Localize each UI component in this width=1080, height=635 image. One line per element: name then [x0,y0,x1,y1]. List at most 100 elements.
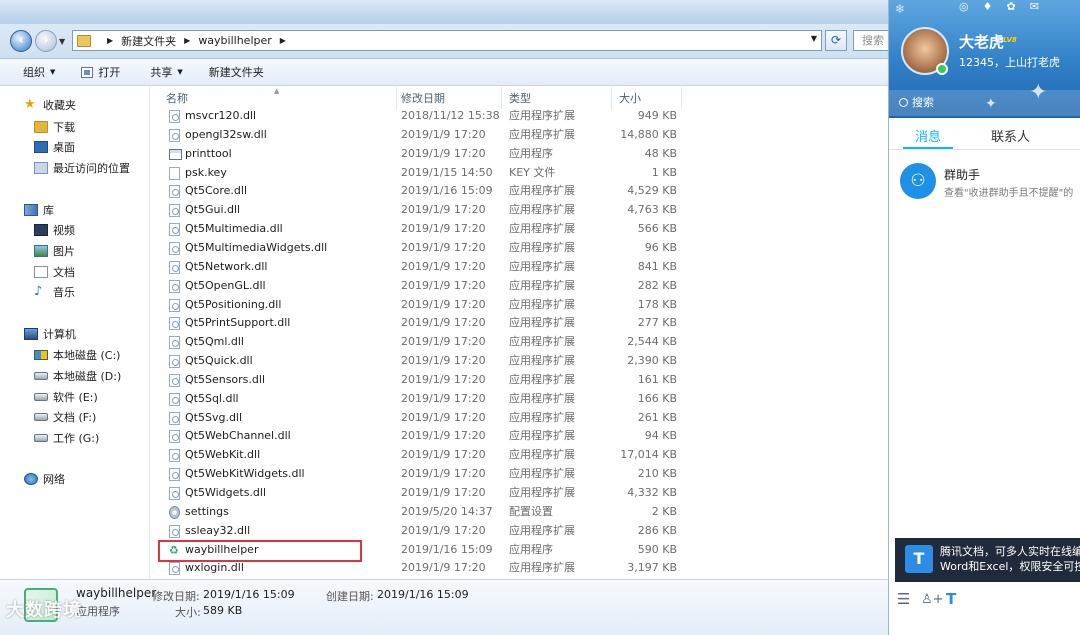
file-type: 应用程序扩展 [509,354,575,368]
file-date: 2019/1/9 17:20 [401,561,486,575]
qq-search-input[interactable]: 搜索 [889,90,1080,116]
table-row[interactable]: printtool 2019/1/9 17:20 应用程序 48 KB [158,145,738,163]
breadcrumb-chevron-icon[interactable]: ▶ [184,36,190,45]
table-row[interactable]: Qt5Core.dll 2019/1/16 15:09 应用程序扩展 4,529 KB [158,182,738,200]
column-header-date[interactable]: 修改日期 [394,87,502,109]
table-row[interactable]: Qt5OpenGL.dll 2019/1/9 17:20 应用程序扩展 282 KB [158,277,738,295]
file-date: 2019/1/9 17:20 [401,486,486,499]
nav-libraries[interactable]: 库 [24,202,54,218]
address-dropdown-icon[interactable]: ▼ [811,34,817,43]
table-row[interactable]: Qt5PrintSupport.dll 2019/1/9 17:20 应用程序扩展 2… [158,314,738,332]
file-name: msvcr120.dll [185,109,257,122]
breadcrumb-item[interactable]: 新建文件夹 [121,33,176,49]
file-type: 应用程序 [509,542,553,556]
table-row[interactable]: Qt5Qml.dll 2019/1/9 17:20 应用程序扩展 2,544 KB [158,333,738,351]
tab-contacts[interactable]: 联系人 [991,126,1030,145]
nav-computer[interactable]: 计算机 [24,326,76,342]
nav-music[interactable]: ♪ 音乐 [34,284,75,300]
search-icon [899,98,908,107]
table-row[interactable]: Qt5Sensors.dll 2019/1/9 17:20 应用程序扩展 161 KB [158,371,738,389]
settings-icon[interactable]: ✿ [1006,0,1029,13]
nav-drive-g[interactable]: 工作 (G:) [34,430,99,446]
nav-network[interactable]: 网络 [24,471,65,487]
nav-label: 软件 (E:) [53,391,98,404]
table-row[interactable]: Qt5Svg.dll 2019/1/9 17:20 应用程序扩展 261 KB [158,409,738,427]
menu-icon[interactable]: ☰ [897,590,910,608]
table-row[interactable]: Qt5Quick.dll 2019/1/9 17:20 应用程序扩展 2,390 KB [158,352,738,370]
nav-label: 文档 (F:) [53,411,97,424]
file-dll-icon [169,185,180,199]
table-row[interactable]: Qt5Gui.dll 2019/1/9 17:20 应用程序扩展 4,763 KB [158,201,738,219]
computer-icon [24,328,38,340]
nav-favorites[interactable]: ★ 收藏夹 [24,97,76,113]
table-row[interactable]: Qt5WebKitWidgets.dll 2019/1/9 17:20 应用程序扩展… [158,465,738,483]
table-row[interactable]: Qt5MultimediaWidgets.dll 2019/1/9 17:20 应用… [158,239,738,257]
file-date: 2019/1/15 14:50 [401,165,493,179]
file-name: settings [185,504,229,518]
nav-videos[interactable]: 视频 [34,222,75,238]
file-name: Qt5Sensors.dll [185,372,265,386]
file-dll-icon [169,392,180,406]
column-header-size[interactable]: 大小 [612,87,682,109]
table-row[interactable]: Qt5Sql.dll 2019/1/9 17:20 应用程序扩展 166 KB [158,390,738,408]
new-folder-button[interactable]: 新建文件夹 [201,61,272,83]
share-button[interactable]: 共享 ▼ [142,61,190,83]
table-row[interactable]: settings 2019/5/20 14:37 配置设置 2 KB [158,503,738,521]
table-row[interactable]: Qt5WebChannel.dll 2019/1/9 17:20 应用程序扩展 94 … [158,427,738,445]
nav-drive-d[interactable]: 本地磁盘 (D:) [34,368,121,384]
nav-drive-f[interactable]: 文档 (F:) [34,409,96,425]
back-button[interactable]: ‹ [10,30,32,52]
breadcrumb-chevron-icon[interactable]: ▶ [107,36,113,45]
table-row[interactable]: wxlogin.dll 2019/1/9 17:20 应用程序扩展 3,197 KB [158,559,738,577]
history-dropdown-icon[interactable]: ▼ [59,37,65,46]
nav-desktop[interactable]: 桌面 [34,139,75,155]
online-status-icon[interactable] [936,63,948,75]
open-button[interactable]: 打开 [73,61,128,83]
nav-recent-places[interactable]: 最近访问的位置 [34,160,130,176]
search-input[interactable]: 搜索 [853,30,893,51]
mail-icon[interactable]: ✉ [1030,0,1053,13]
nav-label: 文档 [53,266,75,279]
tencent-docs-tooltip[interactable]: T 腾讯文档，可多人实时在线编 Word和Excel，权限安全可控 [895,538,1080,582]
breadcrumb-chevron-icon[interactable]: ▶ [280,36,286,45]
table-row[interactable]: Qt5Widgets.dll 2019/1/9 17:20 应用程序扩展 4,332 … [158,484,738,502]
address-bar[interactable]: ▶ 新建文件夹 ▶ waybillhelper ▶ ▼ [72,30,822,51]
refresh-button[interactable]: ⟳ [825,30,847,51]
nav-documents[interactable]: 文档 [34,264,75,280]
skin-icon[interactable]: ♦ [983,0,1007,13]
file-dll-icon [169,279,180,293]
tencent-docs-icon[interactable]: T [946,590,956,608]
nav-pictures[interactable]: 图片 [34,243,75,259]
table-row[interactable]: ssleay32.dll 2019/1/9 17:20 应用程序扩展 286 KB [158,522,738,540]
breadcrumb-item[interactable]: waybillhelper [198,34,271,47]
nav-downloads[interactable]: 下载 [34,119,75,135]
camera-icon[interactable]: ◎ [959,0,983,13]
file-size: 286 KB [637,523,677,537]
file-dll-icon [169,411,180,425]
qq-panel: ❄ ✦ ✦ ◎♦✿✉ 大老虎 LV8 12345，上山打老虎 搜索 消息 联系人… [888,0,1080,635]
table-row[interactable]: opengl32sw.dll 2019/1/9 17:20 应用程序扩展 14,880… [158,126,738,144]
signature[interactable]: 12345，上山打老虎 [959,54,1060,70]
conversation-item[interactable]: ⚇ 群助手 查看"收进群助手且不提醒"的 [889,158,1080,206]
table-row[interactable]: psk.key 2019/1/15 14:50 KEY 文件 1 KB [158,164,738,182]
file-date: 2019/1/9 17:20 [401,240,486,254]
table-row[interactable]: Qt5Network.dll 2019/1/9 17:20 应用程序扩展 841 KB [158,258,738,276]
nav-drive-c[interactable]: 本地磁盘 (C:) [34,347,120,363]
details-pane: waybillhelper 应用程序 修改日期: 2019/1/16 15:09… [0,579,888,635]
column-header-type[interactable]: 类型 [502,87,612,109]
table-row[interactable]: Qt5WebKit.dll 2019/1/9 17:20 应用程序扩展 17,014 … [158,446,738,464]
tab-messages[interactable]: 消息 [915,126,941,145]
file-size: 2,390 KB [627,354,677,368]
file-size: 3,197 KB [627,561,677,575]
nav-drive-e[interactable]: 软件 (E:) [34,389,98,405]
table-row[interactable]: Qt5Multimedia.dll 2019/1/9 17:20 应用程序扩展 566… [158,220,738,238]
snowflake-icon: ❄ [895,2,906,16]
file-name: Qt5WebChannel.dll [185,429,291,443]
organize-button[interactable]: 组织 ▼ [15,61,63,83]
table-row[interactable]: Qt5Positioning.dll 2019/1/9 17:20 应用程序扩展 17… [158,296,738,314]
tencent-docs-icon: T [905,545,933,573]
table-row[interactable]: msvcr120.dll 2018/11/12 15:38 应用程序扩展 949 KB [158,107,738,125]
folder-icon [77,34,91,47]
add-friend-icon[interactable]: ♙+ [921,592,944,607]
forward-button[interactable]: › [35,30,57,52]
